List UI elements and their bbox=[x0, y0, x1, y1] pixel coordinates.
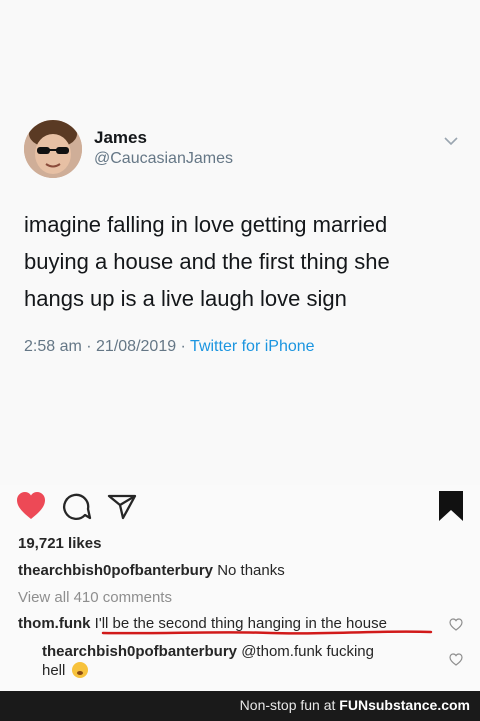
likes-count[interactable]: 19,721 likes bbox=[18, 535, 101, 552]
reply-text: fucking bbox=[326, 643, 374, 660]
caption-text: No thanks bbox=[217, 562, 285, 579]
tweet-source[interactable]: Twitter for iPhone bbox=[190, 338, 315, 355]
tweet-author-name[interactable]: James bbox=[94, 128, 147, 148]
small-heart-icon[interactable] bbox=[449, 653, 463, 666]
red-underline-annotation bbox=[101, 630, 433, 635]
reply-mention[interactable]: @thom.funk bbox=[241, 643, 322, 660]
reply-text: hell bbox=[42, 662, 66, 679]
tweet-text-line: buying a house and the first thing she bbox=[24, 249, 390, 274]
view-all-comments-link[interactable]: View all 410 comments bbox=[18, 589, 172, 606]
footer-text[interactable]: Non-stop fun at FUNsubstance.com bbox=[240, 697, 470, 713]
tweet-text-line: imagine falling in love getting married bbox=[24, 212, 388, 237]
heart-icon[interactable] bbox=[15, 490, 47, 522]
comment-username[interactable]: thom.funk bbox=[18, 615, 91, 632]
caption-username[interactable]: thearchbish0pofbanterbury bbox=[18, 562, 213, 579]
chevron-down-icon[interactable] bbox=[443, 134, 459, 148]
comment-icon[interactable] bbox=[62, 490, 92, 522]
small-heart-icon[interactable] bbox=[449, 618, 463, 631]
action-bar bbox=[0, 490, 480, 526]
avatar[interactable] bbox=[24, 120, 82, 178]
tweet-card: James @CaucasianJames imagine falling in… bbox=[0, 0, 480, 485]
reply-row: thearchbish0pofbanterbury @thom.funk fuc… bbox=[42, 642, 422, 680]
site-footer: Non-stop fun at FUNsubstance.com bbox=[0, 691, 480, 721]
share-icon[interactable] bbox=[106, 490, 138, 522]
reply-username[interactable]: thearchbish0pofbanterbury bbox=[42, 643, 237, 660]
tweet-author-handle[interactable]: @CaucasianJames bbox=[94, 150, 233, 168]
tweet-text-line: hangs up is a live laugh love sign bbox=[24, 286, 347, 311]
caption: thearchbish0pofbanterbury No thanks bbox=[18, 562, 285, 579]
tweet-text: imagine falling in love getting married … bbox=[24, 206, 454, 317]
footer-label: Non-stop fun at bbox=[239, 697, 336, 713]
footer-brand: FUNsubstance.com bbox=[339, 697, 470, 713]
tweet-meta: 2:58 am · 21/08/2019 · Twitter for iPhon… bbox=[24, 338, 315, 356]
tweet-timestamp[interactable]: 2:58 am · 21/08/2019 · bbox=[24, 338, 186, 355]
bookmark-icon[interactable] bbox=[438, 490, 464, 522]
flushed-emoji-icon bbox=[71, 662, 88, 678]
